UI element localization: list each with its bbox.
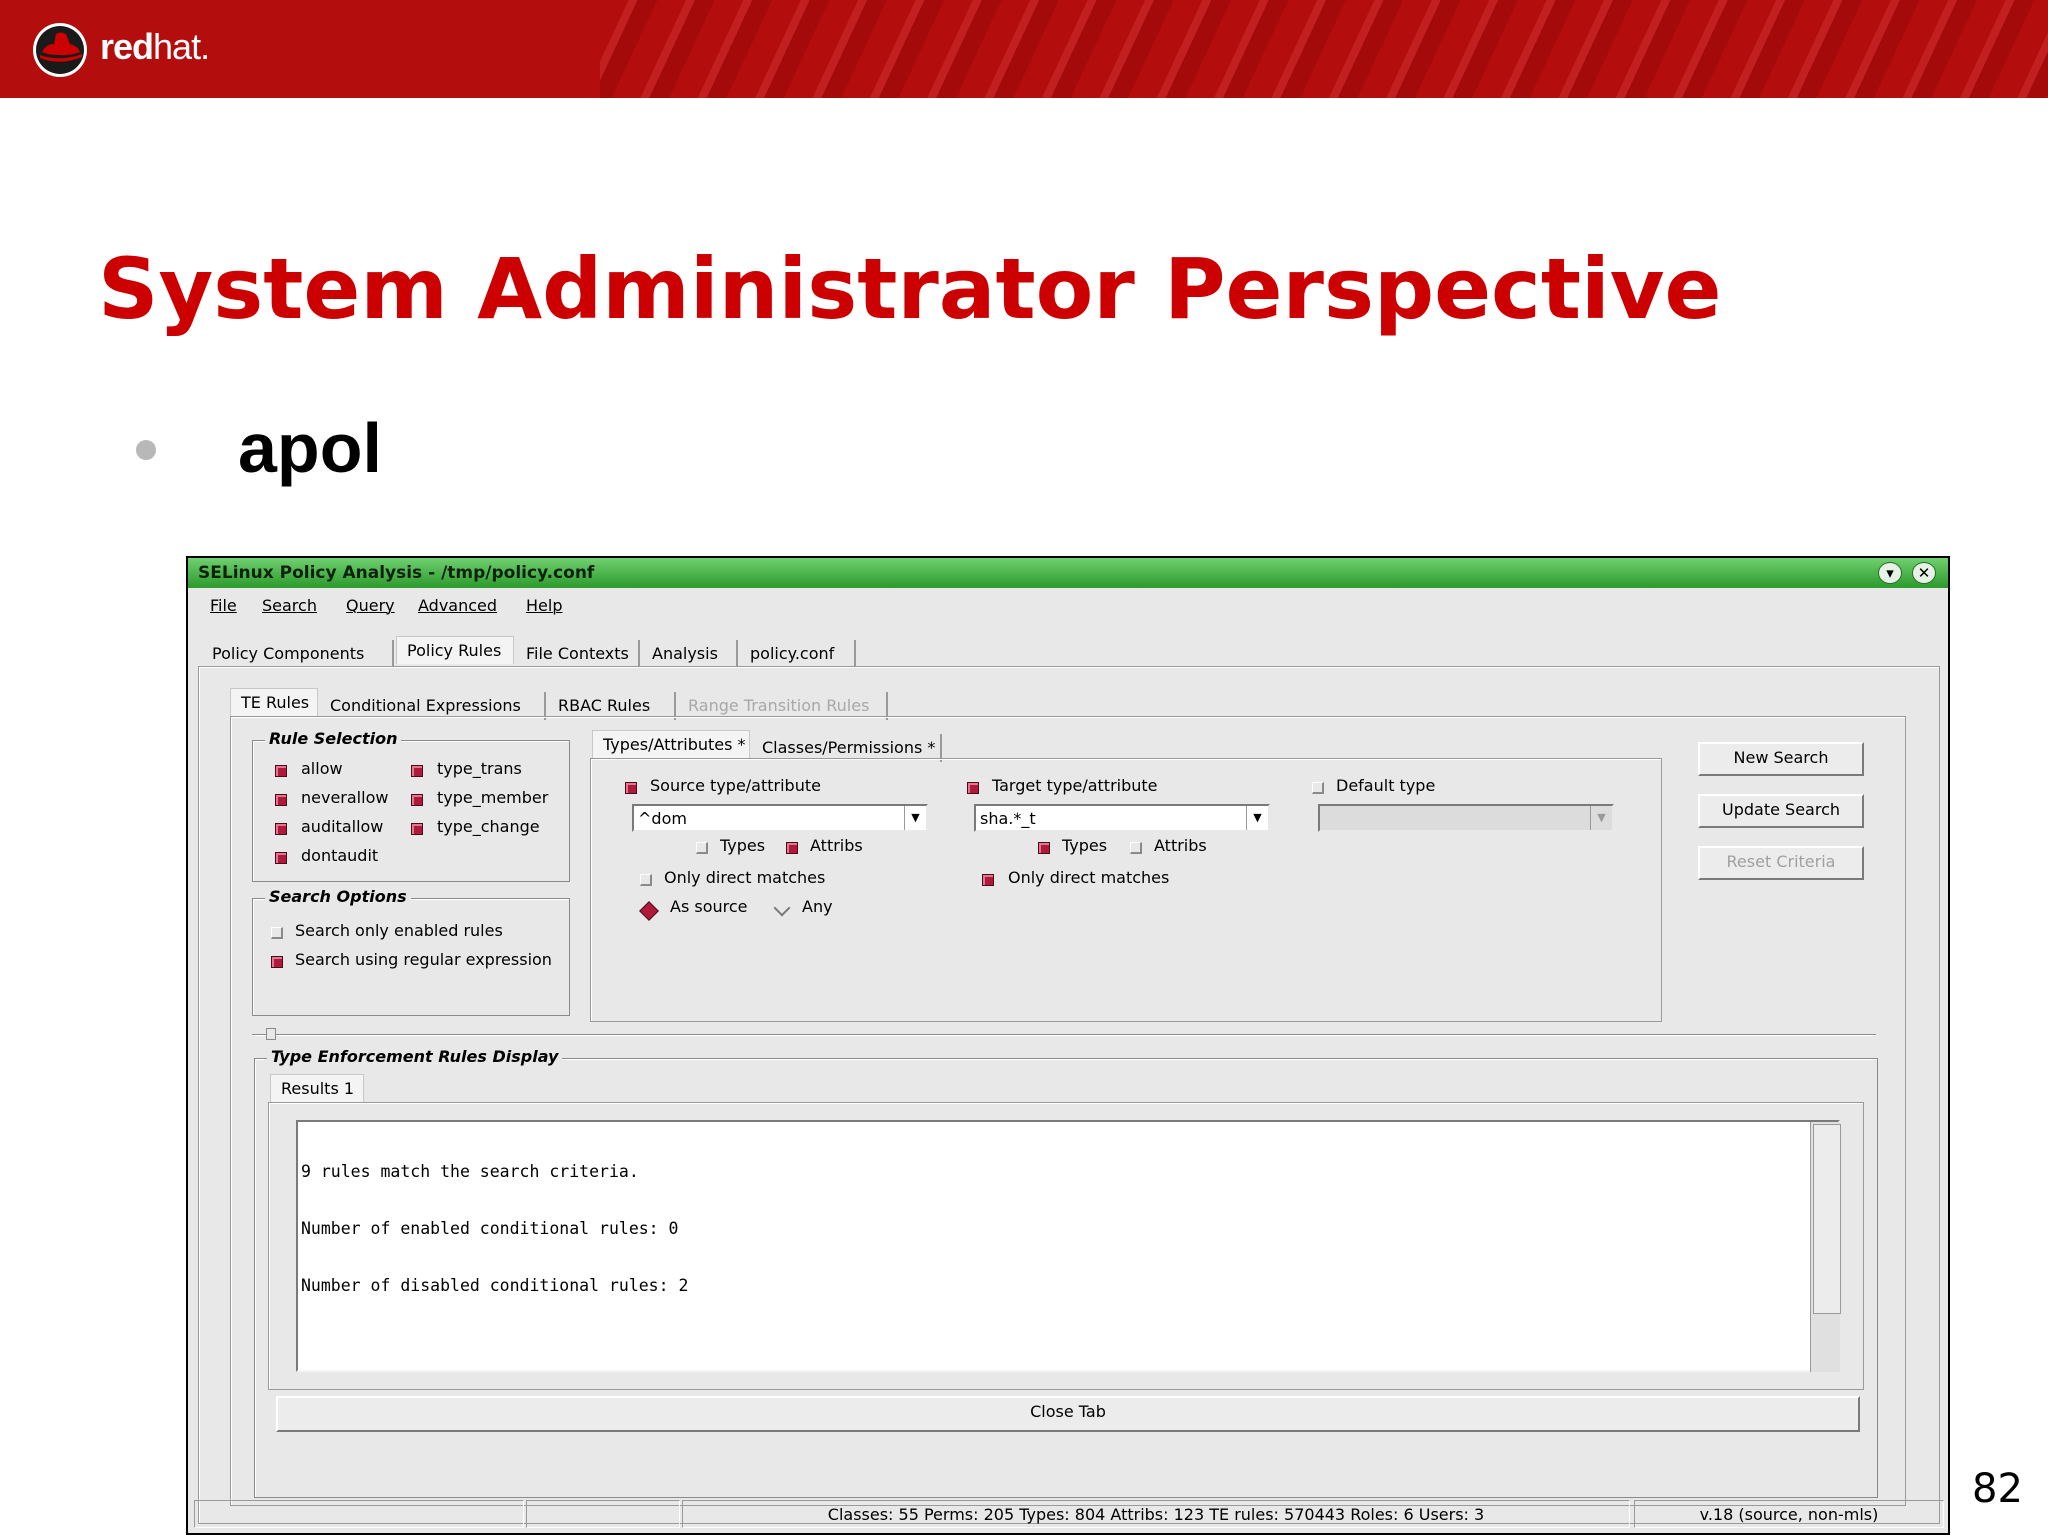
auditallow-label: auditallow [301, 817, 384, 836]
source-attribs-checkbox[interactable] [786, 842, 798, 854]
update-search-button[interactable]: Update Search [1698, 794, 1864, 828]
reset-criteria-button[interactable]: Reset Criteria [1698, 846, 1864, 880]
summary-line: Number of disabled conditional rules: 2 [301, 1276, 689, 1295]
default-type-combo[interactable]: ▼ [1318, 804, 1614, 832]
tab-file-contexts[interactable]: File Contexts [516, 640, 640, 668]
redhat-logo-icon [33, 23, 87, 77]
bullet-text: apol [238, 409, 382, 487]
target-type-combo[interactable]: sha.*_t ▼ [974, 804, 1270, 832]
menu-search[interactable]: Search [262, 596, 317, 615]
tab-policy-conf[interactable]: policy.conf [740, 640, 856, 668]
search-enabled-only-label: Search only enabled rules [295, 921, 503, 940]
target-label: Target type/attribute [992, 776, 1158, 795]
tab-policy-components[interactable]: Policy Components [202, 640, 394, 668]
banner-stripes [600, 0, 2048, 98]
chevron-down-icon[interactable]: ▼ [1590, 806, 1612, 830]
target-types-checkbox[interactable] [1038, 842, 1050, 854]
summary-line: Number of enabled conditional rules: 0 [301, 1219, 679, 1238]
pane-handle[interactable] [266, 1028, 276, 1040]
source-direct-label: Only direct matches [664, 868, 826, 887]
type-trans-label: type_trans [437, 759, 522, 778]
menu-advanced[interactable]: Advanced [418, 596, 497, 615]
type-member-label: type_member [437, 788, 549, 807]
status-empty-1 [194, 1500, 524, 1528]
source-label: Source type/attribute [650, 776, 821, 795]
types-attributes-panel [590, 758, 1662, 1022]
redhat-banner: redhat. [0, 0, 2048, 98]
source-type-combo[interactable]: ^dom ▼ [632, 804, 928, 832]
slide-title: System Administrator Perspective [98, 240, 1722, 338]
menu-query[interactable]: Query [346, 596, 395, 615]
default-type-label: Default type [1336, 776, 1436, 795]
type-change-checkbox[interactable] [411, 823, 423, 835]
status-version: v.18 (source, non-mls) [1634, 1500, 1944, 1528]
default-type-checkbox[interactable] [1312, 782, 1324, 794]
rule-selection-title: Rule Selection [265, 729, 402, 748]
target-types-label: Types [1062, 836, 1108, 855]
page-number: 82 [1972, 1466, 2023, 1512]
auditallow-checkbox[interactable] [275, 823, 287, 835]
search-options-frame: Search Options Search only enabled rules… [252, 887, 570, 1016]
window-title: SELinux Policy Analysis - /tmp/policy.co… [198, 563, 595, 583]
as-source-label: As source [670, 897, 748, 916]
target-direct-checkbox[interactable] [982, 874, 994, 886]
bullet-dot [136, 440, 156, 460]
target-attribs-checkbox[interactable] [1130, 842, 1142, 854]
dontaudit-label: dontaudit [301, 846, 379, 865]
source-types-label: Types [720, 836, 766, 855]
redhat-logo-text: redhat. [100, 26, 210, 67]
te-display-title: Type Enforcement Rules Display [267, 1047, 563, 1066]
apol-window: SELinux Policy Analysis - /tmp/policy.co… [186, 556, 1950, 1535]
menu-help[interactable]: Help [526, 596, 562, 615]
tab-te-rules[interactable]: TE Rules [230, 688, 318, 716]
dontaudit-checkbox[interactable] [275, 852, 287, 864]
target-direct-label: Only direct matches [1008, 868, 1170, 887]
pane-separator[interactable] [252, 1034, 1876, 1036]
allow-label: allow [301, 759, 343, 778]
chevron-down-icon[interactable]: ▼ [1246, 806, 1268, 830]
new-search-button[interactable]: New Search [1698, 742, 1864, 776]
regex-checkbox[interactable] [271, 956, 283, 968]
close-icon[interactable]: ✕ [1912, 562, 1936, 584]
search-enabled-only-checkbox[interactable] [271, 927, 283, 939]
source-type-value: ^dom [638, 809, 687, 828]
source-attribs-label: Attribs [810, 836, 863, 855]
tab-results-1[interactable]: Results 1 [270, 1074, 364, 1102]
status-empty-2 [526, 1500, 680, 1528]
tab-policy-rules[interactable]: Policy Rules [396, 636, 514, 664]
neverallow-label: neverallow [301, 788, 389, 807]
any-label: Any [802, 897, 833, 916]
chevron-down-icon[interactable]: ▼ [904, 806, 926, 830]
close-tab-button[interactable]: Close Tab [276, 1396, 1860, 1432]
target-type-value: sha.*_t [980, 809, 1036, 828]
window-titlebar[interactable]: SELinux Policy Analysis - /tmp/policy.co… [188, 558, 1948, 588]
type-member-checkbox[interactable] [411, 794, 423, 806]
minimize-icon[interactable]: ▾ [1878, 562, 1902, 584]
tab-analysis[interactable]: Analysis [642, 640, 738, 668]
target-attribs-label: Attribs [1154, 836, 1207, 855]
search-options-title: Search Options [265, 887, 411, 906]
source-direct-checkbox[interactable] [640, 874, 652, 886]
type-trans-checkbox[interactable] [411, 765, 423, 777]
status-stats: Classes: 55 Perms: 205 Types: 804 Attrib… [682, 1500, 1630, 1528]
tab-types-attributes[interactable]: Types/Attributes * [592, 730, 750, 758]
source-types-checkbox[interactable] [696, 842, 708, 854]
rule-selection-frame: Rule Selection allow neverallow auditall… [252, 729, 570, 882]
target-checkbox[interactable] [967, 782, 979, 794]
results-scrollbar[interactable] [1810, 1122, 1841, 1372]
type-change-label: type_change [437, 817, 540, 836]
scrollbar-thumb[interactable] [1813, 1124, 1841, 1314]
regex-label: Search using regular expression [295, 950, 552, 969]
source-checkbox[interactable] [625, 782, 637, 794]
menu-file[interactable]: File [210, 596, 237, 615]
neverallow-checkbox[interactable] [275, 794, 287, 806]
allow-checkbox[interactable] [275, 765, 287, 777]
results-text[interactable]: 9 rules match the search criteria. Numbe… [296, 1120, 1840, 1372]
summary-line: 9 rules match the search criteria. [301, 1162, 639, 1181]
menu-bar: File Search Query Advanced Help [188, 590, 1948, 620]
